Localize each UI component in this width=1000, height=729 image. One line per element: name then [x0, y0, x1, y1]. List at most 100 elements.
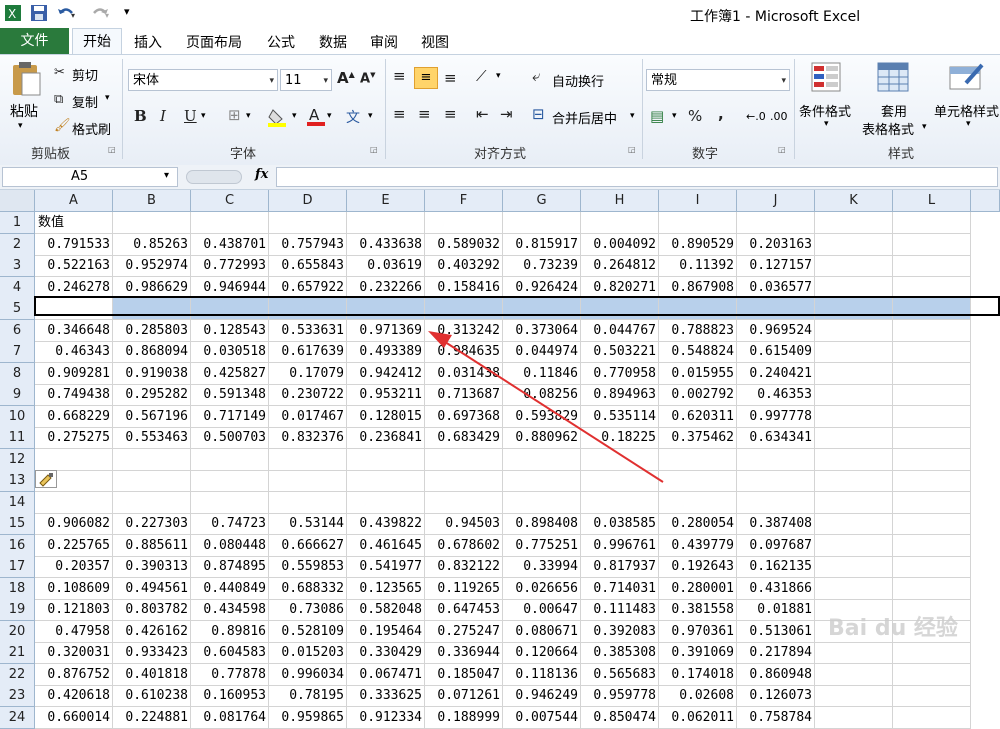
paste-dropdown-icon[interactable]: ▾ [18, 121, 23, 131]
phonetic-dropdown-icon[interactable]: ▾ [368, 111, 373, 121]
fill-color-dropdown-icon[interactable]: ▾ [292, 111, 297, 121]
copy-dropdown-icon[interactable]: ▾ [105, 93, 110, 103]
font-color-dropdown-icon[interactable]: ▾ [327, 111, 332, 121]
comma-button[interactable]: , [718, 105, 724, 123]
alignment-group-label: 对齐方式 [474, 147, 527, 162]
align-middle-icon[interactable]: ≡ [414, 67, 438, 89]
cell-styles-icon[interactable] [948, 61, 986, 99]
window-title: 工作簿1 - Microsoft Excel [690, 9, 861, 25]
italic-icon[interactable]: I [160, 107, 166, 125]
svg-text:▾: ▾ [105, 11, 109, 20]
cut-button[interactable]: 剪切 [72, 65, 98, 84]
orientation-dropdown-icon[interactable]: ▾ [496, 71, 501, 81]
font-size-select[interactable]: 11 ▾ [280, 69, 332, 91]
currency-icon[interactable]: ▤ [650, 107, 664, 125]
clipboard-launcher-icon[interactable]: ◲ [108, 145, 116, 154]
align-center-icon[interactable]: ≡ [418, 105, 431, 123]
phonetic-icon[interactable]: 文 [346, 107, 360, 127]
decrease-decimal-icon[interactable]: .00 [770, 110, 788, 123]
font-launcher-icon[interactable]: ◲ [370, 145, 378, 154]
tab-data[interactable]: 数据 [319, 32, 347, 52]
chevron-down-icon: ▾ [781, 76, 786, 86]
copy-icon[interactable]: ⧉ [54, 92, 63, 107]
name-box-value: A5 [71, 169, 89, 184]
spreadsheet-grid: ABCDEFGHIJKL 1 数值 2 0.791533 0.85263 0.438701… [0, 190, 1000, 729]
undo-icon[interactable]: ▾ [56, 4, 75, 22]
tab-insert[interactable]: 插入 [134, 32, 162, 52]
clipboard-group-label: 剪贴板 [31, 147, 71, 162]
tab-view[interactable]: 视图 [421, 32, 449, 52]
percent-button[interactable]: % [688, 107, 702, 125]
name-box-dropdown-icon[interactable]: ▾ [164, 170, 169, 181]
orientation-icon[interactable]: ⟋ [476, 67, 487, 85]
bold-icon[interactable]: B [134, 107, 147, 125]
format-as-table-line1[interactable]: 套用 [881, 101, 907, 120]
fill-color-icon[interactable] [268, 107, 290, 131]
formula-input[interactable] [276, 167, 998, 187]
number-launcher-icon[interactable]: ◲ [778, 145, 786, 154]
increase-indent-icon[interactable]: ⇥ [500, 105, 513, 123]
borders-icon[interactable]: ⊞ [228, 106, 241, 124]
tab-home[interactable]: 开始 [72, 28, 122, 55]
customize-qat-icon[interactable]: ▾ [124, 5, 142, 23]
format-as-table-line2[interactable]: 表格格式 [862, 119, 914, 138]
cell-styles-button[interactable]: 单元格样式 [934, 101, 999, 120]
tab-file[interactable]: 文件 [0, 28, 69, 54]
format-painter-button[interactable]: 格式刷 [72, 119, 111, 138]
paste-button[interactable]: 粘贴 [10, 101, 38, 121]
font-name-select[interactable]: 宋体 ▾ [128, 69, 278, 91]
cell-styles-dropdown-icon[interactable]: ▾ [966, 119, 971, 129]
annotation-arrow [428, 331, 664, 483]
alignment-launcher-icon[interactable]: ◲ [628, 145, 636, 154]
font-group-label: 字体 [230, 147, 257, 162]
chevron-down-icon: ▾ [269, 76, 274, 86]
formula-bar: A5 ▾ fx [0, 165, 1000, 190]
excel-logo-icon: X [4, 4, 22, 22]
name-box[interactable]: A5 [2, 167, 178, 187]
styles-group-label: 样式 [888, 147, 915, 162]
save-icon[interactable] [30, 4, 48, 22]
tab-page-layout[interactable]: 页面布局 [186, 32, 242, 52]
tab-formulas[interactable]: 公式 [267, 32, 295, 52]
svg-text:▾: ▾ [71, 11, 75, 20]
font-color-icon[interactable]: A [306, 105, 326, 131]
copy-button[interactable]: 复制 [72, 92, 98, 111]
font-size-value: 11 [285, 73, 302, 88]
align-right-icon[interactable]: ≡ [444, 105, 457, 123]
merge-dropdown-icon[interactable]: ▾ [630, 111, 635, 121]
format-painter-icon[interactable]: 🖌 [54, 118, 71, 133]
redo-icon[interactable]: ▾ [90, 4, 109, 22]
svg-text:X: X [8, 7, 16, 21]
underline-dropdown-icon[interactable]: ▾ [201, 111, 206, 121]
increase-decimal-icon[interactable]: ←.0 [746, 110, 766, 123]
format-as-table-dropdown-icon[interactable]: ▾ [922, 122, 927, 132]
merge-center-icon[interactable]: ⊟ [532, 105, 545, 123]
align-top-icon[interactable]: ≡ [393, 67, 406, 85]
conditional-formatting-icon[interactable] [810, 61, 846, 99]
svg-text:A: A [309, 106, 320, 124]
cut-icon[interactable]: ✂ [54, 65, 65, 80]
watermark-logo: Bai du 经验 [828, 616, 958, 641]
grow-font-icon[interactable]: A▲ [337, 69, 355, 87]
conditional-formatting-button[interactable]: 条件格式 [799, 101, 851, 120]
borders-dropdown-icon[interactable]: ▾ [246, 111, 251, 121]
tab-review[interactable]: 审阅 [370, 32, 398, 52]
shrink-font-icon[interactable]: A▼ [360, 71, 375, 86]
currency-dropdown-icon[interactable]: ▾ [672, 111, 677, 121]
separator [122, 59, 123, 159]
formula-bar-splitter[interactable] [186, 170, 242, 184]
align-left-icon[interactable]: ≡ [393, 105, 406, 123]
decrease-indent-icon[interactable]: ⇤ [476, 105, 489, 123]
conditional-formatting-dropdown-icon[interactable]: ▾ [824, 119, 829, 129]
align-bottom-icon[interactable]: ≡ [444, 69, 457, 87]
underline-icon[interactable]: U [184, 107, 197, 125]
number-format-select[interactable]: 常规 ▾ [646, 69, 790, 91]
insert-function-button[interactable]: fx [255, 167, 268, 182]
format-as-table-icon[interactable] [876, 61, 912, 99]
wrap-text-button[interactable]: 自动换行 [552, 71, 604, 90]
ribbon: 粘贴 ▾ ✂ 剪切 ⧉ 复制 ▾ 🖌 格式刷 剪贴板 ◲ 宋体 ▾ 11 ▾ A▲ … [0, 54, 1000, 166]
wrap-text-icon[interactable]: ⤶ [532, 67, 540, 85]
paste-icon[interactable] [8, 61, 42, 103]
merge-center-button[interactable]: 合并后居中 [552, 108, 617, 127]
font-name-value: 宋体 [133, 73, 160, 88]
